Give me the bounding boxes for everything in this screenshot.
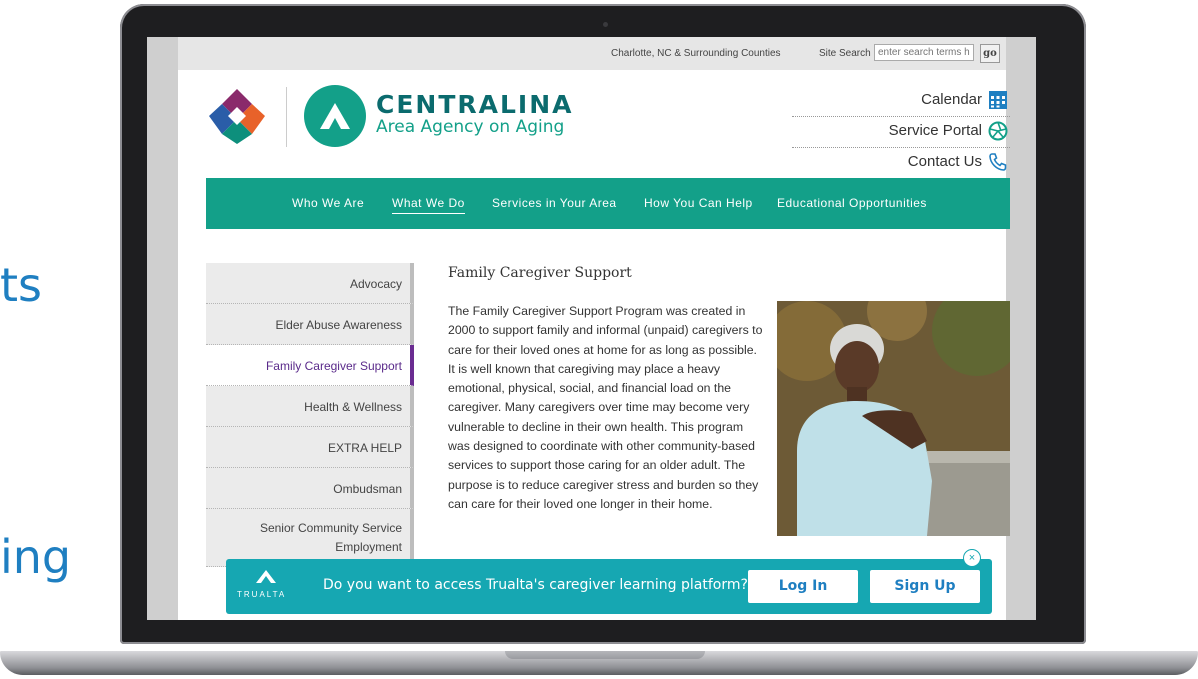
background-text-top: ts xyxy=(0,258,43,312)
nav-services-in-your-area[interactable]: Services in Your Area xyxy=(492,196,617,210)
sidebar-item-label: Health & Wellness xyxy=(304,400,402,414)
sidebar-item-label: Senior Community Service Employment xyxy=(259,521,402,554)
trualta-logo-icon xyxy=(256,570,276,583)
logo-divider xyxy=(286,87,287,147)
login-button[interactable]: Log In xyxy=(748,570,858,603)
search-go-button[interactable]: go xyxy=(980,44,1000,63)
signup-button[interactable]: Sign Up xyxy=(870,570,980,603)
calendar-link[interactable]: Calendar xyxy=(792,85,1010,117)
location-label: Charlotte, NC & Surrounding Counties xyxy=(611,48,781,59)
laptop-bezel-bottom xyxy=(147,620,1036,640)
sidebar-item-ombudsman[interactable]: Ombudsman xyxy=(206,468,414,509)
page-body-text: The Family Caregiver Support Program was… xyxy=(448,304,763,511)
calendar-label: Calendar xyxy=(921,91,982,108)
service-portal-link[interactable]: Service Portal xyxy=(792,116,1010,148)
main-navigation: Who We Are What We Do Services in Your A… xyxy=(206,178,1010,229)
woman-portrait-illustration xyxy=(777,301,1010,536)
side-navigation: Advocacy Elder Abuse Awareness Family Ca… xyxy=(206,263,414,567)
site-search-label: Site Search xyxy=(819,48,871,59)
a-mark-icon xyxy=(320,103,350,129)
phone-icon xyxy=(989,153,1007,171)
sidebar-item-label: Ombudsman xyxy=(333,482,402,496)
close-icon[interactable]: × xyxy=(963,549,981,567)
aperture-icon xyxy=(988,121,1008,141)
caregiver-photo xyxy=(777,301,1010,536)
centralina-a-logo xyxy=(304,85,366,147)
utility-top-bar: Charlotte, NC & Surrounding Counties Sit… xyxy=(178,37,1006,70)
web-page: Charlotte, NC & Surrounding Counties Sit… xyxy=(178,37,1010,620)
contact-us-label: Contact Us xyxy=(907,153,982,170)
nav-how-you-can-help[interactable]: How You Can Help xyxy=(644,196,753,210)
brand-subtitle: Area Agency on Aging xyxy=(376,117,565,137)
sidebar-item-advocacy[interactable]: Advocacy xyxy=(206,263,414,304)
laptop-screen: Charlotte, NC & Surrounding Counties Sit… xyxy=(147,37,1036,620)
camera-dot xyxy=(603,22,608,27)
sidebar-item-label: Advocacy xyxy=(349,277,402,291)
banner-message: Do you want to access Trualta's caregive… xyxy=(323,577,748,593)
sidebar-item-health-wellness[interactable]: Health & Wellness xyxy=(206,386,414,427)
sidebar-item-label: Family Caregiver Support xyxy=(265,359,402,373)
contact-us-link[interactable]: Contact Us xyxy=(792,147,1010,179)
sidebar-item-label: Elder Abuse Awareness xyxy=(275,318,402,332)
calendar-icon xyxy=(989,91,1007,109)
page-title: Family Caregiver Support xyxy=(448,265,632,281)
nav-what-we-do[interactable]: What We Do xyxy=(392,196,465,214)
nav-who-we-are[interactable]: Who We Are xyxy=(292,196,364,210)
sidebar-item-family-caregiver-support[interactable]: Family Caregiver Support xyxy=(206,345,414,386)
site-search-input[interactable] xyxy=(874,44,974,61)
brand-name[interactable]: CENTRALINA xyxy=(376,92,574,117)
trualta-banner: × TRUALTA Do you want to access Trualta'… xyxy=(226,549,992,614)
laptop-notch xyxy=(505,651,705,659)
sidebar-item-elder-abuse-awareness[interactable]: Elder Abuse Awareness xyxy=(206,304,414,345)
background-text-bottom: ing xyxy=(0,530,72,584)
sidebar-item-extra-help[interactable]: EXTRA HELP xyxy=(206,427,414,468)
nav-educational-opportunities[interactable]: Educational Opportunities xyxy=(777,196,927,210)
sidebar-item-label: EXTRA HELP xyxy=(327,441,402,455)
centralina-diamond-logo-icon xyxy=(208,87,266,145)
trualta-wordmark: TRUALTA xyxy=(237,590,287,599)
service-portal-label: Service Portal xyxy=(888,122,982,139)
